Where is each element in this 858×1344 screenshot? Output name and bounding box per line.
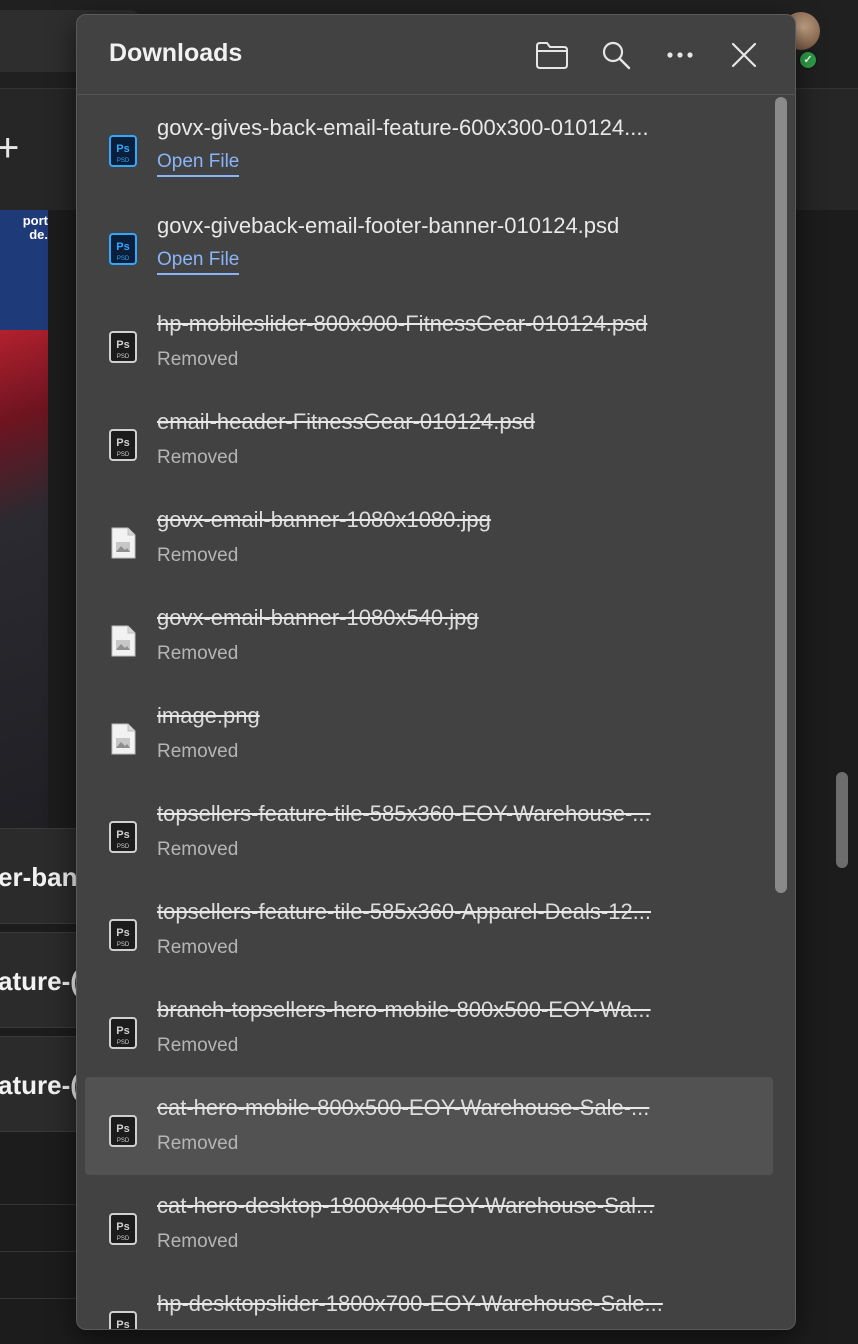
svg-text:PSD: PSD (117, 1138, 130, 1144)
download-status: Removed (157, 839, 239, 860)
psd-file-icon: Ps PSD (109, 233, 137, 265)
background-list (0, 1158, 82, 1344)
download-item[interactable]: Ps PSD email-header-FitnessGear-010124.psd… (85, 391, 773, 489)
svg-text:PSD: PSD (117, 844, 130, 850)
svg-text:PSD: PSD (117, 354, 130, 360)
svg-text:PSD: PSD (117, 1236, 130, 1242)
psd-file-icon: Ps PSD (109, 1017, 137, 1049)
download-status: Removed (157, 741, 239, 762)
page-photo (0, 330, 48, 830)
download-item[interactable]: govx-email-banner-1080x540.jpg Removed (85, 587, 773, 685)
close-icon (731, 42, 757, 68)
open-folder-button[interactable] (529, 35, 575, 75)
file-card-label: er-ban (0, 862, 78, 892)
panel-title: Downloads (109, 39, 243, 67)
download-status: Removed (157, 937, 239, 958)
download-item[interactable]: Ps PSD branch-topsellers-hero-mobile-800x5… (85, 979, 773, 1077)
svg-text:PSD: PSD (117, 256, 130, 262)
download-file-name: topsellers-feature-tile-585x360-EOY-Ware… (157, 801, 651, 826)
svg-text:PSD: PSD (117, 942, 130, 948)
downloads-scrollbar[interactable] (773, 97, 787, 1323)
close-button[interactable] (721, 35, 767, 75)
download-file-name: cat-hero-mobile-800x500-EOY-Warehouse-Sa… (157, 1095, 650, 1120)
psd-file-icon: Ps PSD (109, 821, 137, 853)
svg-text:Ps: Ps (116, 927, 129, 939)
download-item[interactable]: Ps PSD cat-hero-desktop-1800x400-EOY-Wareh… (85, 1175, 773, 1273)
more-options-button[interactable] (657, 35, 703, 75)
svg-text:Ps: Ps (116, 1221, 129, 1233)
download-item[interactable]: Ps PSD govx-gives-back-email-feature-600x3… (85, 97, 773, 195)
svg-text:Ps: Ps (116, 437, 129, 449)
download-file-name[interactable]: govx-gives-back-email-feature-600x300-01… (157, 115, 749, 141)
download-file-name: topsellers-feature-tile-585x360-Apparel-… (157, 899, 652, 924)
file-card-label: ature-( (0, 966, 79, 996)
svg-text:PSD: PSD (117, 158, 130, 164)
download-status: Removed (157, 1231, 239, 1252)
page-scrollbar-thumb[interactable] (836, 772, 848, 868)
download-item[interactable]: Ps PSD govx-giveback-email-footer-banner-0… (85, 195, 773, 293)
download-item[interactable]: govx-email-banner-1080x1080.jpg Removed (85, 489, 773, 587)
download-file-name[interactable]: govx-giveback-email-footer-banner-010124… (157, 213, 749, 239)
more-icon (667, 52, 693, 58)
image-file-icon (109, 625, 137, 657)
svg-text:Ps: Ps (116, 339, 129, 351)
psd-file-icon: Ps PSD (109, 331, 137, 363)
download-status: Removed (157, 545, 239, 566)
download-status: Removed (157, 447, 239, 468)
psd-file-icon: PsPSD (109, 1311, 137, 1330)
download-file-name: hp-mobileslider-800x900-FitnessGear-0101… (157, 311, 648, 336)
download-file-name: govx-email-banner-1080x540.jpg (157, 605, 479, 630)
file-card-label: ature-( (0, 1070, 79, 1100)
search-icon (602, 41, 631, 70)
svg-text:Ps: Ps (116, 1123, 129, 1135)
svg-text:Ps: Ps (116, 1025, 129, 1037)
scrollbar-thumb[interactable] (775, 97, 787, 893)
page-banner-text: port de. (22, 213, 48, 242)
psd-file-icon: Ps PSD (109, 1115, 137, 1147)
image-file-icon (109, 723, 137, 755)
psd-file-icon: Ps PSD (109, 135, 137, 167)
download-status: Removed (157, 349, 239, 370)
add-icon[interactable]: + (0, 128, 19, 168)
download-file-name: hp-desktopslider-1800x700-EOY-Warehouse-… (157, 1291, 663, 1316)
downloads-panel: Downloads Ps PSD govx-gives-back-email-f… (76, 14, 796, 1330)
svg-text:Ps: Ps (116, 1319, 129, 1330)
image-file-icon (109, 527, 137, 559)
download-file-name: branch-topsellers-hero-mobile-800x500-EO… (157, 997, 651, 1022)
download-status: Removed (157, 1035, 239, 1056)
svg-text:Ps: Ps (116, 241, 129, 253)
download-item[interactable]: PsPSD hp-desktopslider-1800x700-EOY-Wareh… (85, 1273, 773, 1330)
status-check-icon: ✓ (798, 50, 818, 70)
svg-text:PSD: PSD (117, 1040, 130, 1046)
download-status: Removed (157, 643, 239, 664)
svg-text:Ps: Ps (116, 143, 129, 155)
download-file-name: image.png (157, 703, 260, 728)
download-item[interactable]: Ps PSD cat-hero-mobile-800x500-EOY-Warehou… (85, 1077, 773, 1175)
download-item[interactable]: Ps PSD hp-mobileslider-800x900-FitnessGear… (85, 293, 773, 391)
download-file-name: cat-hero-desktop-1800x400-EOY-Warehouse-… (157, 1193, 655, 1218)
svg-text:PSD: PSD (117, 452, 130, 458)
psd-file-icon: Ps PSD (109, 429, 137, 461)
open-file-link[interactable]: Open File (157, 249, 240, 275)
folder-icon (536, 42, 568, 69)
download-file-name: govx-email-banner-1080x1080.jpg (157, 507, 491, 532)
download-file-name: email-header-FitnessGear-010124.psd (157, 409, 535, 434)
download-status: Removed (157, 1133, 239, 1154)
downloads-header: Downloads (77, 15, 795, 95)
download-item[interactable]: image.png Removed (85, 685, 773, 783)
download-item[interactable]: Ps PSD topsellers-feature-tile-585x360-App… (85, 881, 773, 979)
search-button[interactable] (593, 35, 639, 75)
download-item[interactable]: Ps PSD topsellers-feature-tile-585x360-EOY… (85, 783, 773, 881)
psd-file-icon: Ps PSD (109, 919, 137, 951)
download-status: Removed (157, 1329, 238, 1330)
open-file-link[interactable]: Open File (157, 151, 240, 177)
psd-file-icon: Ps PSD (109, 1213, 137, 1245)
svg-text:Ps: Ps (116, 829, 129, 841)
